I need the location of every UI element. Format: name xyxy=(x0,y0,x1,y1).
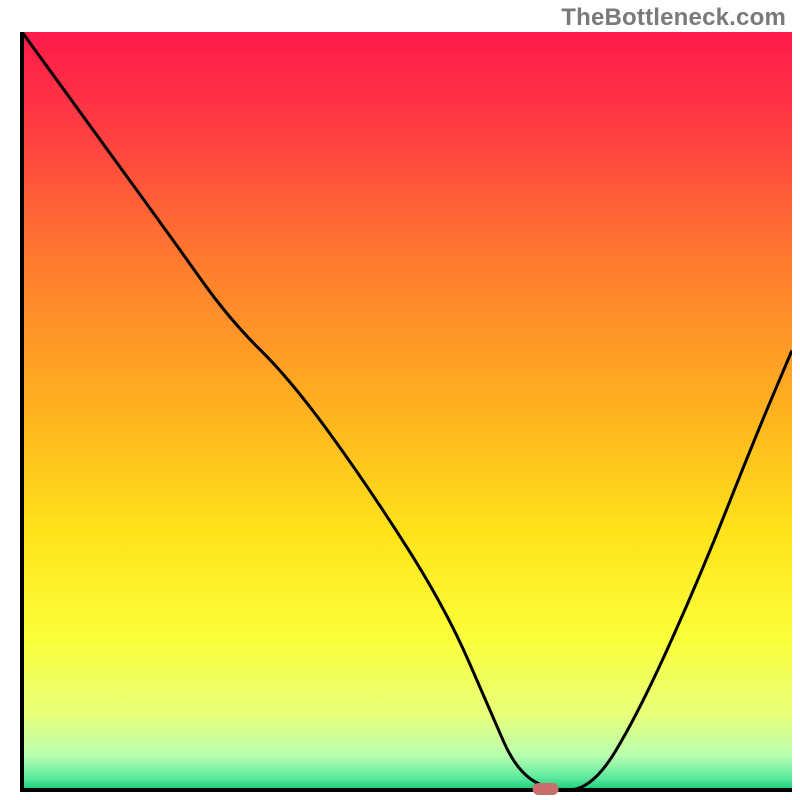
plot-background xyxy=(22,32,792,790)
chart-stage: TheBottleneck.com xyxy=(0,0,800,800)
bottleneck-chart xyxy=(0,0,800,800)
current-config-marker xyxy=(533,783,559,795)
